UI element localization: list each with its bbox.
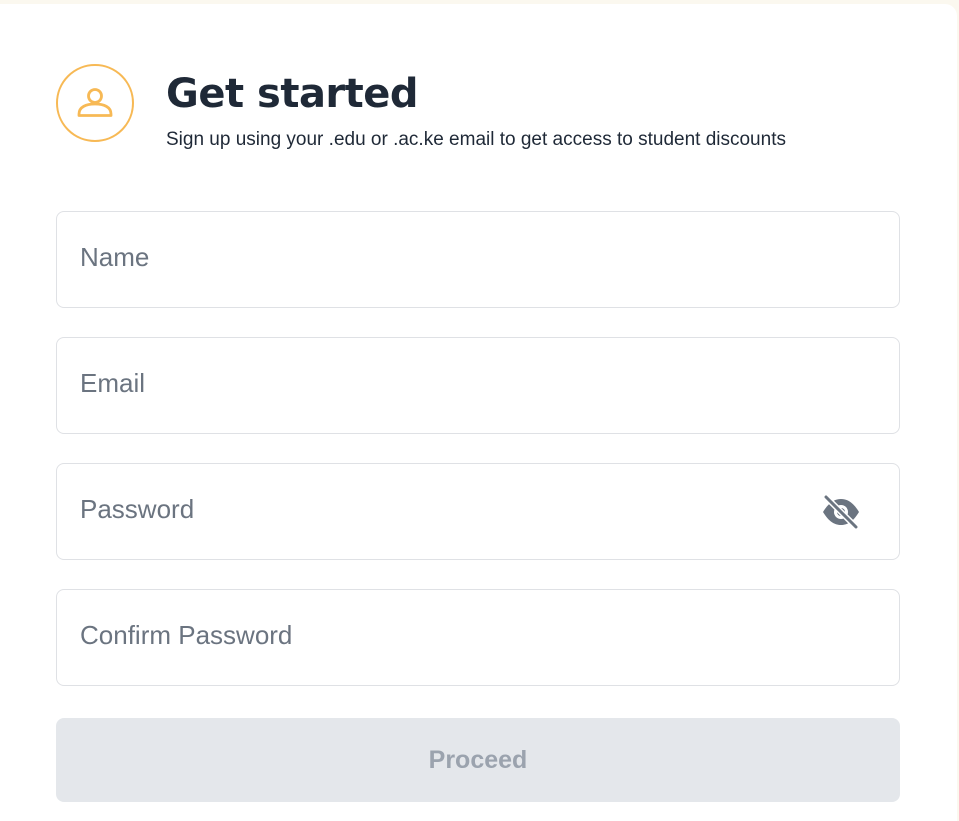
page-title: Get started [166,71,419,117]
user-icon [77,88,113,117]
header-text: Get started Sign up using your .edu or .… [166,61,786,152]
signup-card: Get started Sign up using your .edu or .… [0,4,957,821]
page-subtitle: Sign up using your .edu or .ac.ke email … [166,129,786,150]
proceed-button[interactable]: Proceed [56,718,900,802]
name-field[interactable] [56,211,900,308]
signup-header: Get started Sign up using your .edu or .… [56,61,786,152]
confirm-password-field[interactable] [56,589,900,686]
user-avatar [56,64,134,142]
email-input[interactable] [57,338,899,433]
email-field[interactable] [56,337,900,434]
eye-off-icon [823,495,859,529]
password-input[interactable] [57,464,899,559]
confirm-password-input[interactable] [57,590,899,685]
password-field[interactable] [56,463,900,560]
password-visibility-toggle[interactable] [821,494,861,530]
name-input[interactable] [57,212,899,307]
